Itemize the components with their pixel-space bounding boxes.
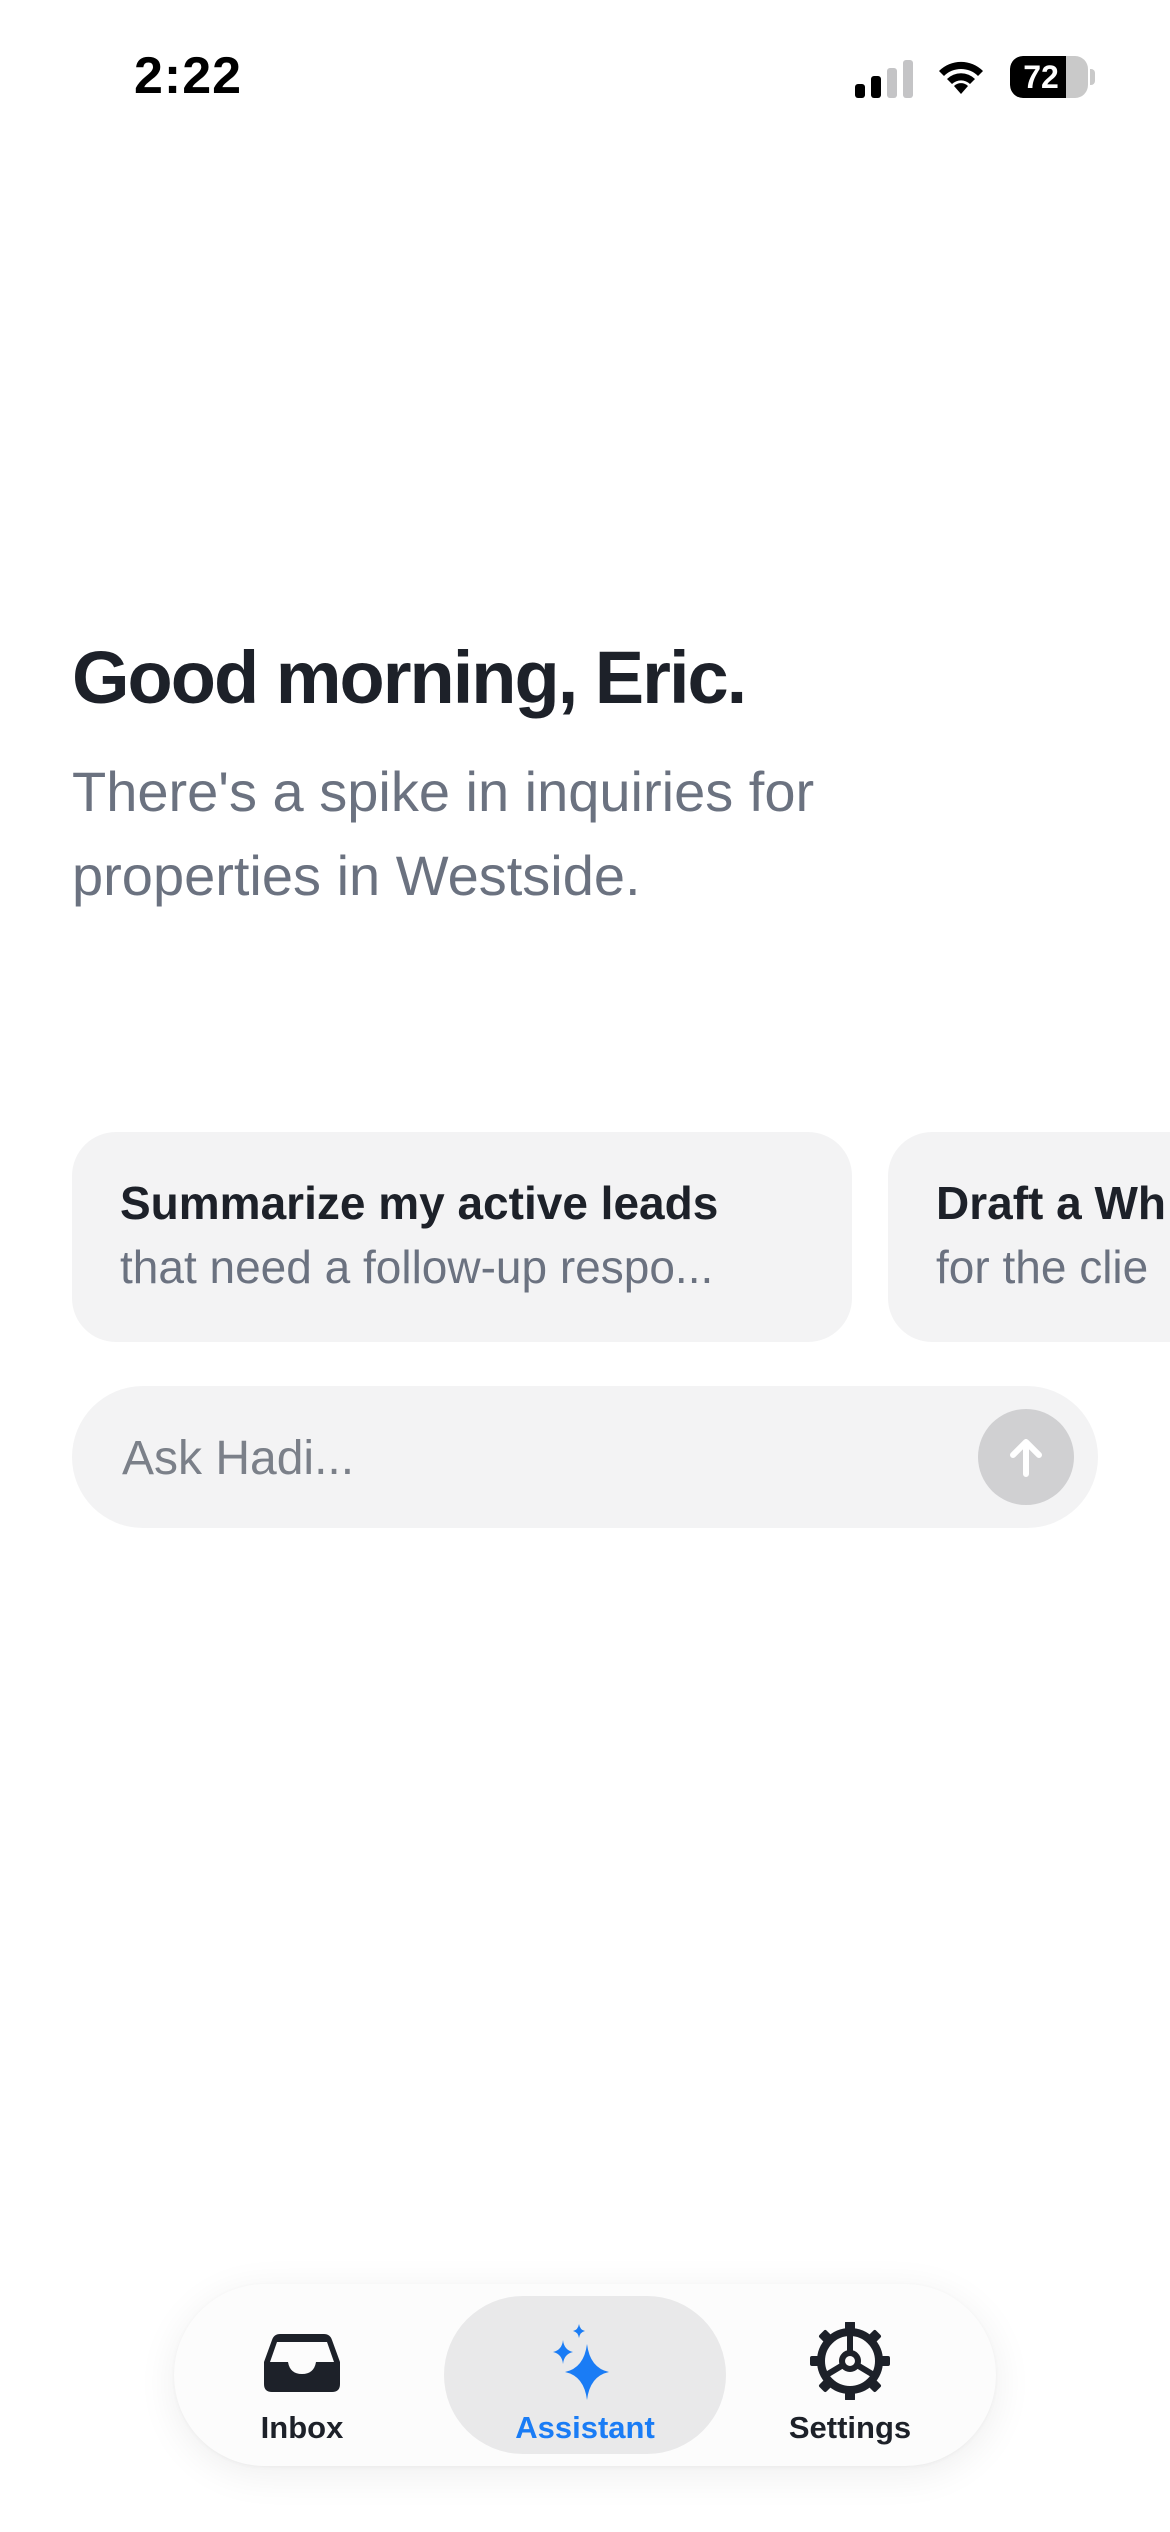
suggestion-card-summarize-leads[interactable]: Summarize my active leads that need a fo… <box>72 1132 852 1342</box>
wifi-icon <box>935 56 987 96</box>
signal-bar <box>855 84 865 98</box>
sparkle-icon <box>543 2322 627 2400</box>
status-time: 2:22 <box>134 47 243 105</box>
suggestion-title: Draft a Wh <box>936 1177 1166 1229</box>
battery-icon: 72 <box>1010 56 1088 98</box>
tab-settings[interactable]: Settings <box>752 2296 948 2454</box>
suggestion-title: Summarize my active leads <box>120 1177 719 1229</box>
ask-bar <box>72 1386 1098 1530</box>
tab-inbox[interactable]: Inbox <box>204 2296 400 2454</box>
suggestion-carousel[interactable]: Summarize my active leads that need a fo… <box>72 1132 1170 1342</box>
tab-label: Inbox <box>260 2410 344 2445</box>
suggestion-subtitle: for the clie <box>936 1241 1149 1293</box>
gear-icon <box>808 2321 892 2401</box>
send-button[interactable] <box>978 1409 1074 1505</box>
signal-bar <box>871 76 881 98</box>
greeting-title: Good morning, Eric. <box>72 636 747 719</box>
suggestion-card-draft[interactable]: Draft a Wh for the clie <box>888 1132 1170 1342</box>
inbox-icon <box>260 2322 344 2400</box>
cellular-signal-icon <box>855 58 915 98</box>
signal-bar <box>903 60 913 98</box>
ask-input[interactable] <box>120 1386 974 1530</box>
tab-assistant[interactable]: Assistant <box>444 2296 726 2454</box>
signal-bar <box>887 68 897 98</box>
tab-label: Settings <box>788 2410 912 2445</box>
status-bar: 2:22 72 <box>0 0 1170 150</box>
arrow-up-icon <box>1010 1439 1042 1477</box>
greeting-subtitle: There's a spike in inquiries for propert… <box>72 760 815 907</box>
battery-percent: 72 <box>1023 59 1059 95</box>
battery-nub <box>1090 69 1095 85</box>
tab-bar: Inbox Assistant Settings <box>174 2284 996 2466</box>
tab-label: Assistant <box>515 2410 655 2445</box>
suggestion-subtitle: that need a follow-up respo... <box>120 1241 714 1293</box>
